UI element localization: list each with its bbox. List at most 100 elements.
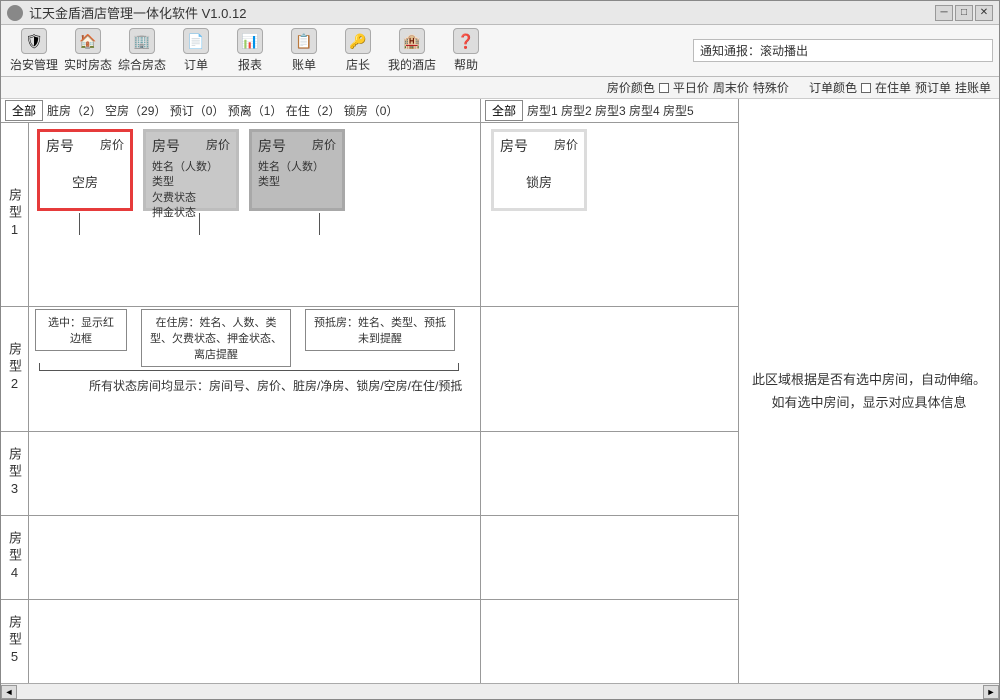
room-type-label: 房型5 xyxy=(1,600,29,683)
legend-item: 特殊价 xyxy=(753,79,789,96)
toolbar-icon: ❓ xyxy=(453,28,479,54)
row-content xyxy=(29,600,480,683)
row1-content: 房号 房价 空房 房号 房价 姓名（人数） 类型 欠费状态 押金状态 房号 房价 xyxy=(29,123,480,306)
toolbar-icon: 📄 xyxy=(183,28,209,54)
room-type-tab-row: 全部 房型1 房型2 房型3 房型4 房型5 xyxy=(481,99,738,123)
notice-text: 滚动播出 xyxy=(760,44,808,58)
app-window: 讧天金盾酒店管理一体化软件 V1.0.12 ─ □ ✕ 🛡治安管理🏠实时房态🏢综… xyxy=(0,0,1000,700)
room-number: 房号 xyxy=(152,136,180,156)
toolbar-label: 账单 xyxy=(292,56,316,73)
title-bar: 讧天金盾酒店管理一体化软件 V1.0.12 ─ □ ✕ xyxy=(1,1,999,25)
mid-row1-content: 房号房价 锁房 xyxy=(481,123,738,306)
connector-line xyxy=(199,213,200,235)
horizontal-scrollbar[interactable]: ◄ ► xyxy=(1,683,999,699)
toolbar-button-4[interactable]: 📊 报表 xyxy=(223,27,277,75)
toolbar-button-1[interactable]: 🏠实时房态 xyxy=(61,27,115,75)
annotation-prearrival: 预抵房：姓名、类型、预抵未到提醒 xyxy=(305,309,455,351)
toolbar-icon: 🏨 xyxy=(399,28,425,54)
toolbar-icon: 🛡 xyxy=(21,28,47,54)
maximize-button[interactable]: □ xyxy=(955,5,973,21)
toolbar-label: 综合房态 xyxy=(118,56,166,73)
window-title: 讧天金盾酒店管理一体化软件 V1.0.12 xyxy=(29,3,935,22)
toolbar-button-0[interactable]: 🛡治安管理 xyxy=(7,27,61,75)
connector-line xyxy=(79,213,80,235)
toolbar-button-8[interactable]: ❓ 帮助 xyxy=(439,27,493,75)
toolbar-button-6[interactable]: 🔑 店长 xyxy=(331,27,385,75)
legend-item: 预订单 xyxy=(915,79,951,96)
close-button[interactable]: ✕ xyxy=(975,5,993,21)
app-logo-icon xyxy=(7,5,23,21)
toolbar-button-7[interactable]: 🏨 我的酒店 xyxy=(385,27,439,75)
right-text-line2: 如有选中房间，显示对应具体信息 xyxy=(752,391,986,414)
bracket-line xyxy=(39,363,459,371)
room-price: 房价 xyxy=(100,136,124,156)
legend-item: 平日价 xyxy=(673,79,709,96)
mid-pane: 全部 房型1 房型2 房型3 房型4 房型5 房号房价 锁房 xyxy=(481,99,739,683)
room-details: 姓名（人数） 类型 欠费状态 押金状态 xyxy=(152,160,230,222)
toolbar-label: 帮助 xyxy=(454,56,478,73)
room-status: 空房 xyxy=(46,160,124,192)
room-type-rows-left: 房型1 房号房价 空房 房号房价 姓名（人数） 类型 欠费状态 押金 xyxy=(1,123,480,683)
room-card-prearrival[interactable]: 房号 房价 姓名（人数） 类型 xyxy=(249,129,345,211)
room-details: 姓名（人数） 类型 xyxy=(258,160,336,191)
row-content xyxy=(481,516,738,599)
toolbar-label: 报表 xyxy=(238,56,262,73)
swatch-icon xyxy=(861,83,871,93)
row-content xyxy=(481,432,738,515)
room-price: 房价 xyxy=(312,136,336,156)
toolbar-button-3[interactable]: 📄 订单 xyxy=(169,27,223,75)
minimize-button[interactable]: ─ xyxy=(935,5,953,21)
scroll-left-button[interactable]: ◄ xyxy=(1,685,17,699)
status-tab-row: 全部 脏房（2） 空房（29） 预订（0） 预离（1） 在住（2） 锁房（0） xyxy=(1,99,480,123)
room-type-label: 房型3 xyxy=(1,432,29,515)
toolbar-icon: 📋 xyxy=(291,28,317,54)
legend-item: 周末价 xyxy=(713,79,749,96)
room-card-locked[interactable]: 房号房价 锁房 xyxy=(491,129,587,211)
room-number: 房号 xyxy=(46,136,74,156)
right-text-line1: 此区域根据是否有选中房间，自动伸缩。 xyxy=(752,368,986,391)
tab-all-status[interactable]: 全部 xyxy=(5,100,43,121)
row-content xyxy=(29,432,480,515)
swatch-icon xyxy=(659,83,669,93)
annotation-summary: 所有状态房间均显示：房间号、房价、脏房/净房、锁房/空房/在住/预抵 xyxy=(89,377,462,394)
order-legend-title: 订单颜色 xyxy=(809,79,857,96)
notice-bar: 通知通报：滚动播出 xyxy=(693,39,993,62)
room-type-rows-mid: 房号房价 锁房 xyxy=(481,123,738,683)
legend-item: 在住单 xyxy=(875,79,911,96)
order-color-legend: 订单颜色 在住单 预订单 挂账单 xyxy=(809,79,991,96)
room-type-label: 房型2 xyxy=(1,307,29,431)
left-pane: 全部 脏房（2） 空房（29） 预订（0） 预离（1） 在住（2） 锁房（0） … xyxy=(1,99,481,683)
room-type-label: 房型4 xyxy=(1,516,29,599)
toolbar-button-2[interactable]: 🏢综合房态 xyxy=(115,27,169,75)
room-type-tabs: 房型1 房型2 房型3 房型4 房型5 xyxy=(527,102,694,119)
toolbar-icon: 🏠 xyxy=(75,28,101,54)
main-toolbar: 🛡治安管理🏠实时房态🏢综合房态 📄 订单 📊 报表 📋 账单 🔑 店长 🏨 我的酒店 ❓ 帮助 通知通报… xyxy=(1,25,999,77)
legend-bar: 房价颜色 平日价 周末价 特殊价 订单颜色 在住单 预订单 挂账单 xyxy=(1,77,999,99)
room-card-empty[interactable]: 房号 房价 空房 xyxy=(37,129,133,211)
price-color-legend: 房价颜色 平日价 周末价 特殊价 xyxy=(607,79,789,96)
right-pane: 此区域根据是否有选中房间，自动伸缩。 如有选中房间，显示对应具体信息 xyxy=(739,99,999,683)
room-card-occupied[interactable]: 房号房价 姓名（人数） 类型 欠费状态 押金状态 xyxy=(143,129,239,211)
window-controls: ─ □ ✕ xyxy=(935,5,993,21)
toolbar-label: 订单 xyxy=(184,56,208,73)
annotation-occupied: 在住房：姓名、人数、类型、欠费状态、押金状态、离店提醒 xyxy=(141,309,291,367)
tab-all-roomtype[interactable]: 全部 xyxy=(485,100,523,121)
price-legend-title: 房价颜色 xyxy=(607,79,655,96)
toolbar-button-5[interactable]: 📋 账单 xyxy=(277,27,331,75)
status-counts: 脏房（2） 空房（29） 预订（0） 预离（1） 在住（2） 锁房（0） xyxy=(47,102,398,119)
toolbar-icon: 🔑 xyxy=(345,28,371,54)
toolbar-icon: 📊 xyxy=(237,28,263,54)
annotation-selected: 选中：显示红边框 xyxy=(35,309,127,351)
toolbar-label: 店长 xyxy=(346,56,370,73)
legend-item: 挂账单 xyxy=(955,79,991,96)
row-content xyxy=(481,600,738,683)
room-type-label: 房型1 xyxy=(1,123,29,306)
room-number: 房号 xyxy=(500,136,528,156)
room-number: 房号 xyxy=(258,136,286,156)
row-content xyxy=(481,307,738,431)
scroll-right-button[interactable]: ► xyxy=(983,685,999,699)
room-price: 房价 xyxy=(206,136,230,156)
row-content xyxy=(29,516,480,599)
toolbar-label: 我的酒店 xyxy=(388,56,436,73)
room-status: 锁房 xyxy=(500,160,578,192)
